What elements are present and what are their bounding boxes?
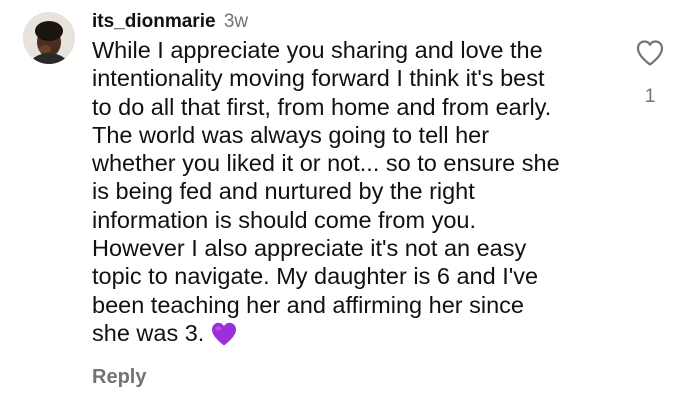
comment-text-line-last: she was 3.	[92, 319, 612, 353]
comment-text-line: whether you liked it or not... so to ens…	[92, 150, 560, 177]
purple-heart-emoji	[210, 321, 238, 353]
avatar[interactable]	[23, 12, 75, 64]
timestamp[interactable]: 3w	[224, 11, 248, 32]
username[interactable]: its_dionmarie	[92, 11, 216, 32]
comment: its_dionmarie 3w While I appreciate you …	[0, 0, 700, 402]
avatar-image	[23, 12, 75, 64]
comment-text: While I appreciate you sharing and love …	[92, 36, 612, 353]
comment-text-line: However I also appreciate it's not an ea…	[92, 235, 527, 262]
like-button[interactable]	[634, 37, 666, 69]
like-count: 1	[644, 86, 656, 107]
comment-header: its_dionmarie 3w	[92, 10, 248, 34]
comment-text-line-content: she was 3.	[92, 319, 205, 346]
comment-text-line: The world was always going to tell her	[92, 121, 490, 148]
comment-text-line: been teaching her and affirming her sinc…	[92, 291, 524, 318]
comment-text-line: information is should come from you.	[92, 206, 476, 233]
comment-text-line: to do all that first, from home and from…	[92, 93, 552, 120]
reply-button[interactable]: Reply	[92, 364, 146, 390]
heart-outline-icon	[636, 40, 664, 66]
comment-text-line: is being fed and nurtured by the right	[92, 178, 475, 205]
comment-text-line: intentionality moving forward I think it…	[92, 65, 545, 92]
comment-text-line: While I appreciate you sharing and love …	[92, 37, 543, 63]
comment-text-line: topic to navigate. My daughter is 6 and …	[92, 263, 539, 290]
